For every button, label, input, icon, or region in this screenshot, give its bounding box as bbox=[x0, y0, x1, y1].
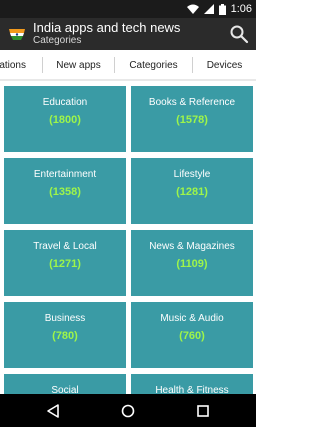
signal-icon bbox=[203, 4, 214, 14]
status-icons: 1:06 bbox=[186, 2, 252, 16]
category-name: Music & Audio bbox=[160, 313, 224, 324]
category-count: (1578) bbox=[176, 114, 208, 126]
category-name: Entertainment bbox=[33, 169, 97, 180]
category-name: Books & Reference bbox=[148, 97, 236, 108]
category-count: (1271) bbox=[49, 258, 81, 270]
category-name: Business bbox=[44, 313, 86, 324]
category-tile-lifestyle[interactable]: Lifestyle (1281) bbox=[131, 158, 253, 224]
category-grid: Education (1800) Books & Reference (1578… bbox=[0, 81, 256, 394]
category-tile-music-audio[interactable]: Music & Audio (760) bbox=[131, 302, 253, 368]
tab-new-apps[interactable]: New apps bbox=[43, 50, 114, 80]
category-count: (1800) bbox=[49, 114, 81, 126]
nav-bar bbox=[0, 394, 256, 427]
recents-icon[interactable] bbox=[194, 402, 212, 420]
tab-recommendations[interactable]: ations bbox=[0, 50, 42, 80]
app-bar: India apps and tech news Categories bbox=[0, 18, 256, 50]
category-name: Education bbox=[42, 97, 88, 108]
wifi-icon bbox=[186, 4, 199, 14]
category-tile-business[interactable]: Business (780) bbox=[4, 302, 126, 368]
tab-devices[interactable]: Devices bbox=[193, 50, 256, 80]
category-tile-entertainment[interactable]: Entertainment (1358) bbox=[4, 158, 126, 224]
back-icon[interactable] bbox=[44, 402, 62, 420]
india-flag-icon bbox=[9, 29, 25, 40]
status-bar: 1:06 bbox=[0, 0, 256, 18]
app-title: India apps and tech news bbox=[33, 20, 181, 35]
category-count: (1358) bbox=[49, 186, 81, 198]
app-subtitle: Categories bbox=[33, 35, 82, 46]
category-tile-health-fitness[interactable]: Health & Fitness bbox=[131, 374, 253, 394]
category-count: (760) bbox=[179, 330, 205, 342]
category-name: Lifestyle bbox=[173, 169, 211, 180]
tab-categories[interactable]: Categories bbox=[115, 50, 192, 80]
category-name: News & Magazines bbox=[149, 241, 235, 252]
category-tile-news-magazines[interactable]: News & Magazines (1109) bbox=[131, 230, 253, 296]
status-time: 1:06 bbox=[230, 3, 252, 15]
battery-icon bbox=[218, 3, 226, 15]
search-icon[interactable] bbox=[228, 23, 250, 45]
category-name: Social bbox=[51, 385, 79, 394]
category-count: (1281) bbox=[176, 186, 208, 198]
category-tile-books-reference[interactable]: Books & Reference (1578) bbox=[131, 86, 253, 152]
category-name: Travel & Local bbox=[33, 241, 97, 252]
category-count: (780) bbox=[52, 330, 78, 342]
category-tile-education[interactable]: Education (1800) bbox=[4, 86, 126, 152]
category-tile-travel-local[interactable]: Travel & Local (1271) bbox=[4, 230, 126, 296]
tab-bar: ations New apps Categories Devices bbox=[0, 50, 256, 81]
category-count: (1109) bbox=[176, 258, 208, 270]
category-tile-social[interactable]: Social bbox=[4, 374, 126, 394]
category-name: Health & Fitness bbox=[155, 385, 229, 394]
home-icon[interactable] bbox=[119, 402, 137, 420]
